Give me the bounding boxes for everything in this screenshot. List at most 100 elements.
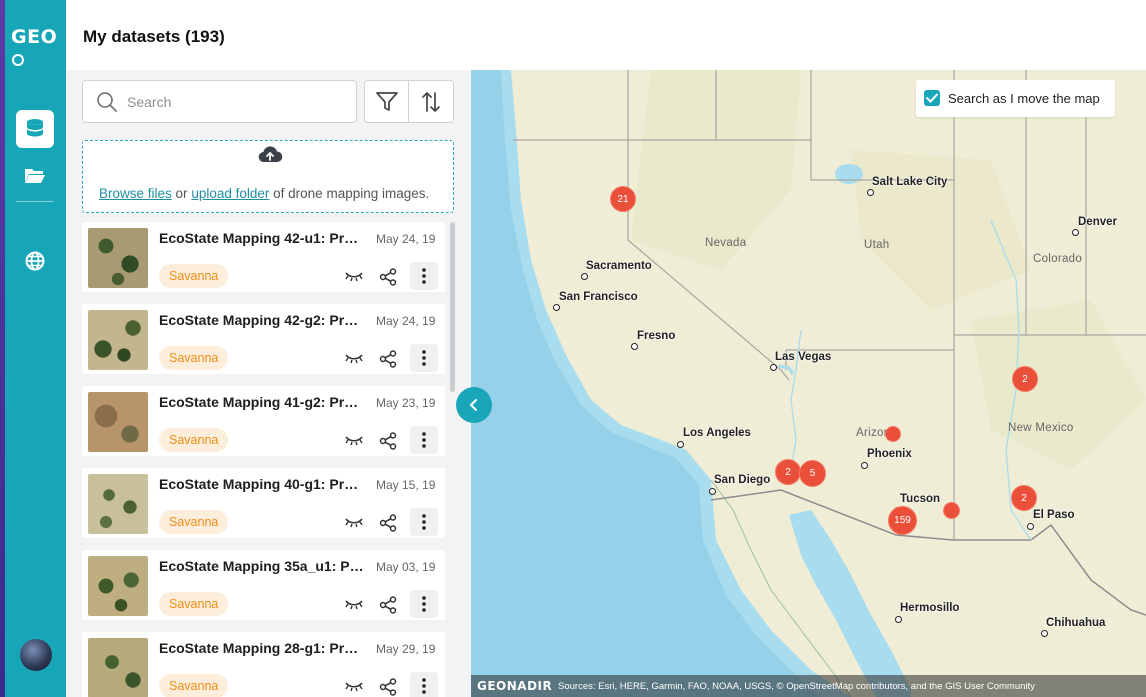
city-marker bbox=[1072, 229, 1079, 236]
dataset-title[interactable]: EcoState Mapping 42-g2: Pre… bbox=[159, 312, 365, 328]
map-city-label: Hermosillo bbox=[900, 602, 960, 614]
logo[interactable]: GEO bbox=[11, 26, 61, 66]
dataset-tag: Savanna bbox=[159, 346, 229, 370]
share-icon bbox=[379, 596, 397, 614]
upload-suffix: of drone mapping images. bbox=[273, 186, 430, 201]
datasets-panel: Browse files or upload folder of drone m… bbox=[66, 70, 471, 697]
map-cluster-marker[interactable]: 2 bbox=[775, 459, 801, 485]
dataset-date: May 29, 19 bbox=[376, 642, 436, 656]
share-button[interactable] bbox=[376, 430, 400, 452]
visibility-button[interactable] bbox=[342, 594, 366, 614]
nav-datasets-button[interactable] bbox=[16, 110, 54, 148]
map-cluster-marker[interactable]: 5 bbox=[799, 460, 826, 487]
dataset-card[interactable]: EcoState Mapping 35a_u1: Pr… May 03, 19 Sa… bbox=[82, 550, 445, 620]
city-marker bbox=[677, 441, 684, 448]
share-icon bbox=[379, 514, 397, 532]
dataset-thumbnail[interactable] bbox=[88, 228, 148, 288]
more-vertical-icon bbox=[422, 432, 426, 448]
dataset-card[interactable]: EcoState Mapping 42-g2: Pre… May 24, 19 Sa… bbox=[82, 304, 445, 374]
dataset-date: May 24, 19 bbox=[376, 232, 436, 246]
dataset-title[interactable]: EcoState Mapping 28-g1: Pre… bbox=[159, 640, 365, 656]
nav-folders-button[interactable] bbox=[16, 156, 54, 194]
share-icon bbox=[379, 678, 397, 696]
eye-closed-icon bbox=[345, 518, 363, 528]
list-scrollbar[interactable] bbox=[450, 222, 455, 392]
share-button[interactable] bbox=[376, 266, 400, 288]
map-cluster-marker[interactable]: 2 bbox=[1011, 485, 1037, 511]
share-button[interactable] bbox=[376, 348, 400, 370]
map-city-label: San Francisco bbox=[559, 291, 638, 303]
visibility-button[interactable] bbox=[342, 430, 366, 450]
attribution-sources: Sources: Esri, HERE, Garmin, FAO, NOAA, … bbox=[558, 681, 1035, 692]
more-options-button[interactable] bbox=[410, 508, 438, 536]
more-options-button[interactable] bbox=[410, 262, 438, 290]
dataset-date: May 23, 19 bbox=[376, 396, 436, 410]
cloud-upload-icon bbox=[258, 146, 283, 163]
globe-icon bbox=[25, 251, 45, 271]
dataset-thumbnail[interactable] bbox=[88, 638, 148, 697]
dataset-title[interactable]: EcoState Mapping 40-g1: Pre… bbox=[159, 476, 365, 492]
map-city-label: Salt Lake City bbox=[872, 176, 948, 188]
visibility-button[interactable] bbox=[342, 676, 366, 696]
dataset-card[interactable]: EcoState Mapping 42-u1: Pre… May 24, 19 Sa… bbox=[82, 222, 445, 292]
visibility-button[interactable] bbox=[342, 512, 366, 532]
nav-explore-button[interactable] bbox=[16, 242, 54, 280]
more-vertical-icon bbox=[422, 514, 426, 530]
search-box[interactable] bbox=[82, 80, 357, 123]
share-icon bbox=[379, 432, 397, 450]
share-button[interactable] bbox=[376, 676, 400, 697]
map-city-label: San Diego bbox=[714, 474, 771, 486]
dataset-title[interactable]: EcoState Mapping 42-u1: Pre… bbox=[159, 230, 365, 246]
more-options-button[interactable] bbox=[410, 344, 438, 372]
dataset-thumbnail[interactable] bbox=[88, 392, 148, 452]
city-marker bbox=[709, 488, 716, 495]
map-point-marker[interactable] bbox=[943, 502, 960, 519]
map-city-label: Chihuahua bbox=[1046, 617, 1106, 629]
map-cluster-marker[interactable]: 159 bbox=[888, 506, 917, 535]
more-vertical-icon bbox=[422, 596, 426, 612]
eye-closed-icon bbox=[345, 682, 363, 692]
map-view[interactable]: Nevada Utah Colorado Arizona New Mexico … bbox=[471, 70, 1146, 697]
upload-dropzone[interactable]: Browse files or upload folder of drone m… bbox=[82, 140, 454, 213]
dataset-tag: Savanna bbox=[159, 428, 229, 452]
more-options-button[interactable] bbox=[410, 590, 438, 618]
dataset-card[interactable]: EcoState Mapping 41-g2: Pre… May 23, 19 Sa… bbox=[82, 386, 445, 456]
dataset-date: May 15, 19 bbox=[376, 478, 436, 492]
upload-folder-link[interactable]: upload folder bbox=[191, 186, 269, 201]
dataset-title[interactable]: EcoState Mapping 35a_u1: Pr… bbox=[159, 558, 365, 574]
attribution-brand: GEONADIR bbox=[477, 679, 553, 693]
city-marker bbox=[867, 189, 874, 196]
page-title: My datasets (193) bbox=[83, 27, 225, 46]
map-state-label: Utah bbox=[864, 239, 890, 251]
share-button[interactable] bbox=[376, 594, 400, 616]
dataset-tag: Savanna bbox=[159, 592, 229, 616]
filter-button[interactable] bbox=[364, 80, 409, 123]
dataset-card[interactable]: EcoState Mapping 28-g1: Pre… May 29, 19 Sa… bbox=[82, 632, 445, 697]
upload-instructions: Browse files or upload folder of drone m… bbox=[99, 186, 429, 201]
browse-files-link[interactable]: Browse files bbox=[99, 186, 172, 201]
map-cluster-marker[interactable]: 2 bbox=[1012, 366, 1038, 392]
dataset-thumbnail[interactable] bbox=[88, 556, 148, 616]
city-marker bbox=[581, 273, 588, 280]
search-as-move-toggle[interactable]: Search as I move the map bbox=[916, 80, 1115, 117]
dataset-thumbnail[interactable] bbox=[88, 474, 148, 534]
share-button[interactable] bbox=[376, 512, 400, 534]
dataset-thumbnail[interactable] bbox=[88, 310, 148, 370]
eye-closed-icon bbox=[345, 354, 363, 364]
dataset-title[interactable]: EcoState Mapping 41-g2: Pre… bbox=[159, 394, 365, 410]
map-point-marker[interactable] bbox=[885, 426, 901, 442]
eye-closed-icon bbox=[345, 272, 363, 282]
avatar[interactable] bbox=[20, 639, 52, 671]
visibility-button[interactable] bbox=[342, 266, 366, 286]
more-options-button[interactable] bbox=[410, 426, 438, 454]
sort-button[interactable] bbox=[409, 80, 454, 123]
more-options-button[interactable] bbox=[410, 672, 438, 697]
dataset-card[interactable]: EcoState Mapping 40-g1: Pre… May 15, 19 Sa… bbox=[82, 468, 445, 538]
visibility-button[interactable] bbox=[342, 348, 366, 368]
dataset-tag: Savanna bbox=[159, 674, 229, 697]
search-input[interactable] bbox=[127, 91, 347, 113]
map-cluster-marker[interactable]: 21 bbox=[610, 186, 636, 212]
checkbox-checked-icon[interactable] bbox=[924, 90, 940, 106]
share-icon bbox=[379, 350, 397, 368]
collapse-panel-button[interactable] bbox=[456, 387, 492, 423]
